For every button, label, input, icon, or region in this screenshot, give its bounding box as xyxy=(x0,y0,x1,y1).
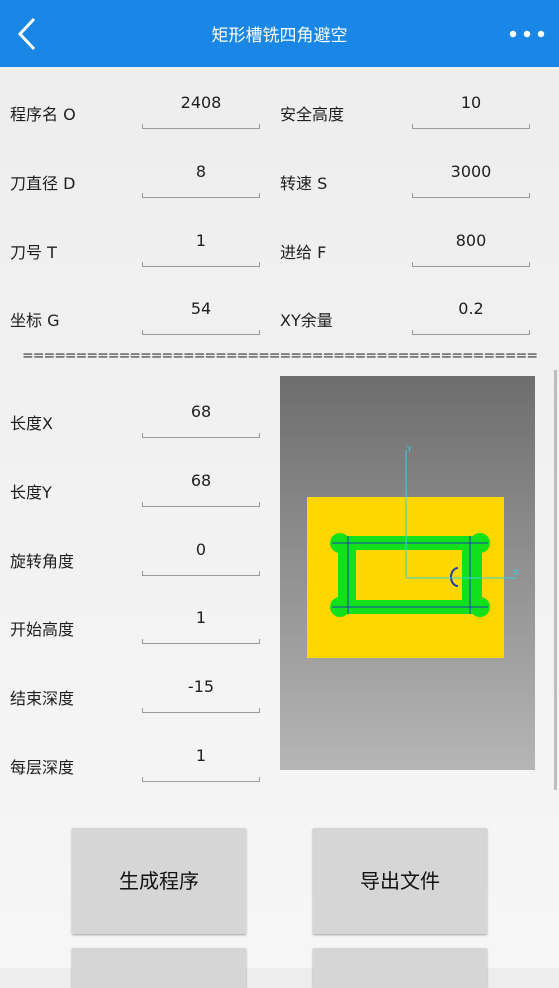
feed-value: 800 xyxy=(455,231,487,250)
page-title: 矩形槽铣四角避空 xyxy=(211,26,348,46)
export-file-button[interactable]: 导出文件 xyxy=(313,828,487,934)
program-name-input[interactable]: 2408 xyxy=(142,93,260,129)
safe-height-label: 安全高度 xyxy=(280,105,345,124)
toolpath-preview: Y X xyxy=(280,376,535,770)
coordinate-value: 54 xyxy=(190,299,212,318)
toolpath-canvas: Y X xyxy=(307,445,519,658)
xy-allowance-value: 0.2 xyxy=(458,299,484,318)
safe-height-input[interactable]: 10 xyxy=(412,93,530,129)
more-dots-icon xyxy=(509,30,545,38)
tool-number-value: 1 xyxy=(195,231,207,250)
start-height-input[interactable]: 1 xyxy=(142,608,260,644)
end-depth-label: 结束深度 xyxy=(10,689,75,708)
xy-allowance-label: XY余量 xyxy=(280,311,333,330)
program-name-label: 程序名 O xyxy=(10,105,76,124)
tool-number-input[interactable]: 1 xyxy=(142,231,260,267)
extra-button-left[interactable] xyxy=(72,948,246,988)
start-height-value: 1 xyxy=(195,608,207,627)
axis-y-label: Y xyxy=(406,445,412,454)
program-name-value: 2408 xyxy=(180,93,222,112)
length-x-input[interactable]: 68 xyxy=(142,402,260,438)
app-header: 矩形槽铣四角避空 xyxy=(0,0,559,67)
feed-input[interactable]: 800 xyxy=(412,231,530,267)
spindle-speed-value: 3000 xyxy=(450,162,492,181)
axis-x-label: X xyxy=(513,568,519,577)
coordinate-label: 坐标 G xyxy=(10,311,60,330)
rotation-label: 旋转角度 xyxy=(10,552,75,571)
feed-label: 进给 F xyxy=(280,243,327,262)
end-depth-value: -15 xyxy=(187,677,215,696)
tool-diameter-input[interactable]: 8 xyxy=(142,162,260,198)
step-depth-input[interactable]: 1 xyxy=(142,746,260,782)
generate-program-button[interactable]: 生成程序 xyxy=(72,828,246,934)
start-height-label: 开始高度 xyxy=(10,620,75,639)
tool-number-label: 刀号 T xyxy=(10,243,57,262)
step-depth-value: 1 xyxy=(195,746,207,765)
tool-diameter-value: 8 xyxy=(195,162,207,181)
coordinate-input[interactable]: 54 xyxy=(142,299,260,335)
safe-height-value: 10 xyxy=(460,93,482,112)
extra-button-right[interactable] xyxy=(313,948,487,988)
more-menu-button[interactable] xyxy=(507,23,547,45)
section-separator: ========================================… xyxy=(22,348,537,364)
rotation-value: 0 xyxy=(195,540,207,559)
length-x-label: 长度X xyxy=(10,414,53,433)
length-y-value: 68 xyxy=(190,471,212,490)
spindle-speed-label: 转速 S xyxy=(280,174,328,193)
length-y-label: 长度Y xyxy=(10,483,52,502)
step-depth-label: 每层深度 xyxy=(10,758,75,777)
tool-diameter-label: 刀直径 D xyxy=(10,174,76,193)
spindle-speed-input[interactable]: 3000 xyxy=(412,162,530,198)
scrollbar[interactable] xyxy=(554,370,557,790)
end-depth-input[interactable]: -15 xyxy=(142,677,260,713)
xy-allowance-input[interactable]: 0.2 xyxy=(412,299,530,335)
length-y-input[interactable]: 68 xyxy=(142,471,260,507)
rotation-input[interactable]: 0 xyxy=(142,540,260,576)
length-x-value: 68 xyxy=(190,402,212,421)
